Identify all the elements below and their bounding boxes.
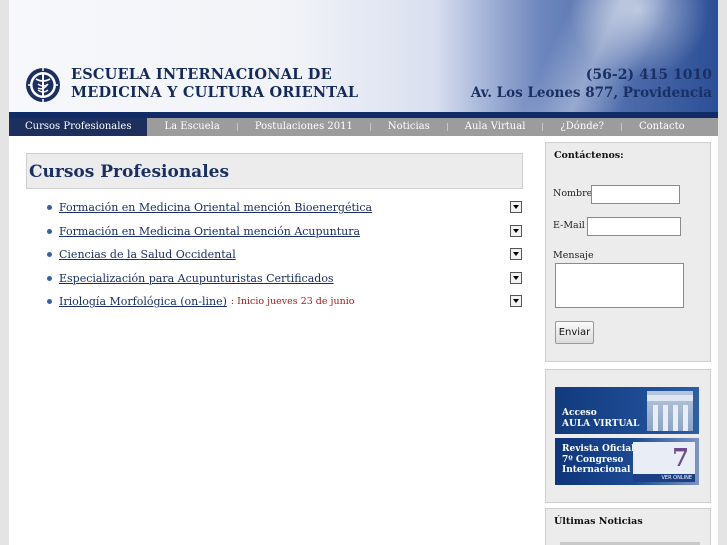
nav-item-donde[interactable]: ¿Dónde? xyxy=(543,118,621,136)
nav-item-la-escuela[interactable]: La Escuela xyxy=(147,118,236,136)
building-column xyxy=(663,405,668,431)
revista-banner-text: Revista Oficial 7º Congreso Internaciona… xyxy=(562,444,635,476)
course-link[interactable]: Formación en Medicina Oriental mención A… xyxy=(59,225,360,238)
list-item: Formación en Medicina Oriental mención B… xyxy=(47,196,527,220)
contact-form-panel: Contáctenos: Nombre E-Mail Mensaje Envia… xyxy=(545,142,711,362)
caduceus-medallion-icon[interactable] xyxy=(25,66,61,104)
building-icon xyxy=(647,391,693,431)
course-link[interactable]: Especialización para Acupunturistas Cert… xyxy=(59,272,334,285)
contact-form-title: Contáctenos: xyxy=(554,150,624,161)
nav-item-cursos-profesionales[interactable]: Cursos Profesionales xyxy=(9,118,148,136)
expand-toggle-button[interactable] xyxy=(510,224,522,237)
list-item: Especialización para Acupunturistas Cert… xyxy=(47,267,527,291)
list-item: Ciencias de la Salud Occidental xyxy=(47,243,527,267)
nav-item-contacto[interactable]: Contacto xyxy=(622,118,702,136)
page-left-border xyxy=(0,0,9,545)
main-nav: Cursos Profesionales La Escuela Postulac… xyxy=(9,118,718,136)
course-link[interactable]: Ciencias de la Salud Occidental xyxy=(59,248,236,261)
aula-banner-text: Acceso AULA VIRTUAL xyxy=(562,408,639,429)
email-label: E-Mail xyxy=(553,220,585,231)
course-start-note: : Inicio jueves 23 de junio xyxy=(230,296,355,308)
chevron-down-icon xyxy=(513,228,519,233)
list-item: Formación en Medicina Oriental mención A… xyxy=(47,220,527,244)
revista-congreso-banner[interactable]: Revista Oficial 7º Congreso Internaciona… xyxy=(555,438,699,485)
news-title: Últimas Noticias xyxy=(554,516,643,527)
school-name-line2: MEDICINA Y CULTURA ORIENTAL xyxy=(71,84,359,101)
building-roof xyxy=(647,395,693,401)
message-label: Mensaje xyxy=(553,250,594,261)
revista-banner-line2: 7º Congreso xyxy=(562,454,624,465)
bullet-icon xyxy=(47,299,52,305)
magazine-number: 7 xyxy=(672,443,689,472)
nav-item-aula-virtual[interactable]: Aula Virtual xyxy=(448,118,543,136)
expand-toggle-button[interactable] xyxy=(510,295,522,307)
aula-banner-line1: Acceso xyxy=(562,408,597,418)
building-column xyxy=(653,405,658,431)
course-link[interactable]: Iriología Morfológica (on-line) xyxy=(59,295,227,308)
revista-banner-line1: Revista Oficial xyxy=(562,444,635,454)
building-column xyxy=(683,405,688,431)
magazine-cover-icon: 7 VER ONLINE xyxy=(633,442,695,482)
name-label: Nombre xyxy=(553,188,593,199)
course-link[interactable]: Formación en Medicina Oriental mención B… xyxy=(59,201,372,214)
page-title: Cursos Profesionales xyxy=(29,162,230,182)
school-name-line1: ESCUELA INTERNACIONAL DE xyxy=(71,66,332,83)
banners-panel: Acceso AULA VIRTUAL Revista Oficial 7º C… xyxy=(545,369,711,503)
expand-toggle-button[interactable] xyxy=(510,248,522,260)
expand-toggle-button[interactable] xyxy=(510,271,522,284)
header-phone: (56-2) 415 1010 xyxy=(585,67,712,83)
revista-banner-line3: Internacional xyxy=(562,465,631,475)
chevron-down-icon xyxy=(513,252,519,256)
bullet-icon xyxy=(47,275,52,281)
nav-item-noticias[interactable]: Noticias xyxy=(371,118,447,136)
email-field[interactable] xyxy=(587,217,681,236)
bullet-icon xyxy=(47,252,52,258)
list-item: Iriología Morfológica (on-line) : Inicio… xyxy=(47,290,527,314)
send-button[interactable]: Enviar xyxy=(555,321,594,344)
main-title-card: Cursos Profesionales xyxy=(26,153,523,189)
chevron-down-icon xyxy=(513,299,519,303)
aula-banner-line2: AULA VIRTUAL xyxy=(562,418,640,429)
site-header: ESCUELA INTERNACIONAL DE MEDICINA Y CULT… xyxy=(9,0,718,118)
message-field[interactable] xyxy=(555,263,684,308)
page-right-border xyxy=(718,0,727,545)
chevron-down-icon xyxy=(513,205,519,209)
nav-item-postulaciones[interactable]: Postulaciones 2011 xyxy=(238,118,370,136)
aula-virtual-banner[interactable]: Acceso AULA VIRTUAL xyxy=(555,387,699,434)
chevron-down-icon xyxy=(513,275,519,280)
news-panel: Últimas Noticias xyxy=(545,508,711,545)
course-list: Formación en Medicina Oriental mención B… xyxy=(47,196,527,314)
bullet-icon xyxy=(47,228,52,234)
building-column xyxy=(673,405,678,431)
school-name: ESCUELA INTERNACIONAL DE MEDICINA Y CULT… xyxy=(71,66,358,102)
bullet-icon xyxy=(47,205,52,211)
header-contact: (56-2) 415 1010 Av. Los Leones 877, Prov… xyxy=(471,66,712,102)
magazine-view-online: VER ONLINE xyxy=(633,474,695,482)
header-address: Av. Los Leones 877, Providencia xyxy=(470,85,712,101)
name-field[interactable] xyxy=(591,185,680,204)
expand-toggle-button[interactable] xyxy=(510,201,522,213)
